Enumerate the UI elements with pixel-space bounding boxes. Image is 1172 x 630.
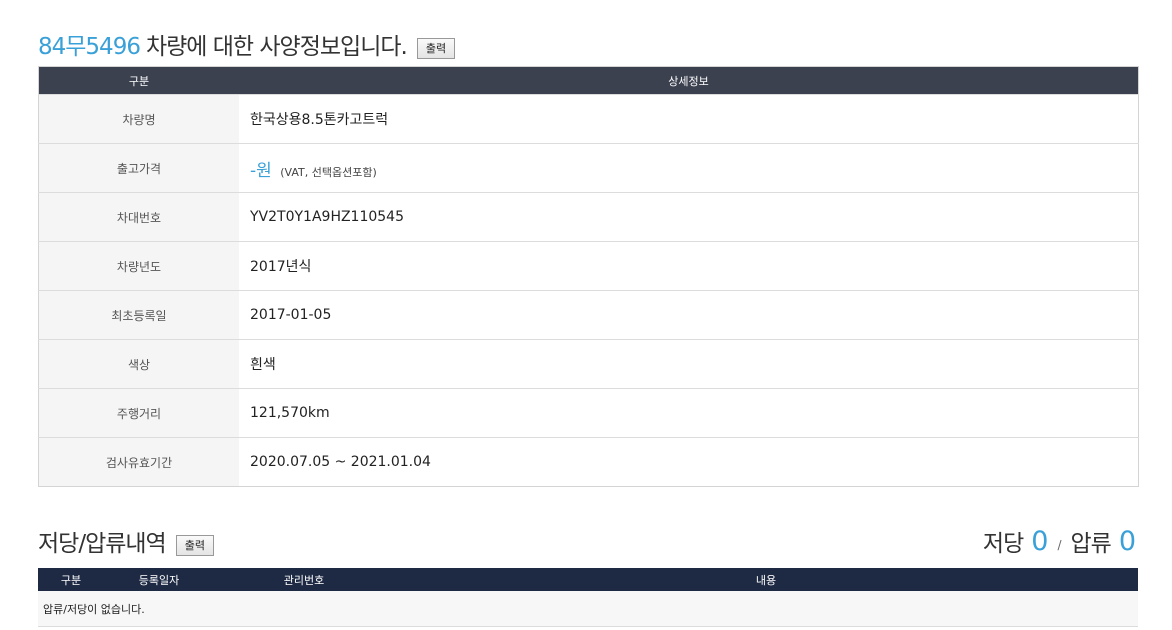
row-label: 최초등록일 <box>38 290 239 340</box>
row-label: 차대번호 <box>38 192 239 242</box>
col-category: 구분 <box>38 568 104 591</box>
row-label: 주행거리 <box>38 388 239 438</box>
row-inspection-period: 검사유효기간 2020.07.05 ~ 2021.01.04 <box>38 437 1139 487</box>
mortgage-label: 저당 <box>982 531 1024 557</box>
price-value: -원 <box>250 160 272 181</box>
plate-number: 84무5496 <box>38 34 141 60</box>
row-label: 차량년도 <box>38 241 239 291</box>
lien-counts: 저당 0 / 압류 0 <box>982 523 1136 559</box>
row-mileage: 주행거리 121,570km <box>38 388 1139 438</box>
row-value: 흰색 <box>239 339 1139 389</box>
row-first-registration: 최초등록일 2017-01-05 <box>38 290 1139 340</box>
spec-table: 구분 상세정보 차량명 한국상용8.5톤카고트럭 출고가격 -원 (VAT, 선… <box>38 66 1139 487</box>
row-vin: 차대번호 YV2T0Y1A9HZ110545 <box>38 192 1139 242</box>
lien-heading: 저당/압류내역 출력 <box>38 523 214 559</box>
row-value: 한국상용8.5톤카고트럭 <box>239 94 1139 144</box>
row-value: 2017년식 <box>239 241 1139 291</box>
empty-message: 압류/저당이 없습니다. <box>38 591 1138 627</box>
row-release-price: 출고가격 -원 (VAT, 선택옵션포함) <box>38 143 1139 193</box>
count-separator: / <box>1057 538 1061 552</box>
spec-heading: 84무5496 차량에 대한 사양정보입니다. 출력 <box>38 26 456 62</box>
row-color: 색상 흰색 <box>38 339 1139 389</box>
row-label: 차량명 <box>38 94 239 144</box>
col-detail: 상세정보 <box>239 66 1139 95</box>
row-value: -원 (VAT, 선택옵션포함) <box>239 143 1139 193</box>
lien-title: 저당/압류내역 <box>38 531 167 557</box>
row-label: 검사유효기간 <box>38 437 239 487</box>
seizure-label: 압류 <box>1070 531 1111 557</box>
lien-print-button[interactable]: 출력 <box>175 534 214 556</box>
col-reg-date: 등록일자 <box>104 568 214 591</box>
lien-table: 구분 등록일자 관리번호 내용 압류/저당이 없습니다. <box>38 568 1138 627</box>
col-manage-no: 관리번호 <box>214 568 394 591</box>
price-note: (VAT, 선택옵션포함) <box>280 165 377 179</box>
mortgage-count: 0 <box>1031 525 1048 557</box>
lien-table-header: 구분 등록일자 관리번호 내용 <box>38 568 1138 591</box>
row-value: 2020.07.05 ~ 2021.01.04 <box>239 437 1139 487</box>
spec-title: 차량에 대한 사양정보입니다. <box>145 34 408 60</box>
spec-table-header: 구분 상세정보 <box>38 66 1139 95</box>
empty-row: 압류/저당이 없습니다. <box>38 591 1138 627</box>
row-value: 121,570km <box>239 388 1139 438</box>
row-model-year: 차량년도 2017년식 <box>38 241 1139 291</box>
row-vehicle-name: 차량명 한국상용8.5톤카고트럭 <box>38 94 1139 144</box>
seizure-count: 0 <box>1118 525 1136 557</box>
col-content: 내용 <box>394 568 1138 591</box>
row-label: 출고가격 <box>38 143 239 193</box>
spec-print-button[interactable]: 출력 <box>416 37 456 59</box>
row-label: 색상 <box>38 339 239 389</box>
row-value: YV2T0Y1A9HZ110545 <box>239 192 1139 242</box>
row-value: 2017-01-05 <box>239 290 1139 340</box>
col-category: 구분 <box>38 66 239 95</box>
